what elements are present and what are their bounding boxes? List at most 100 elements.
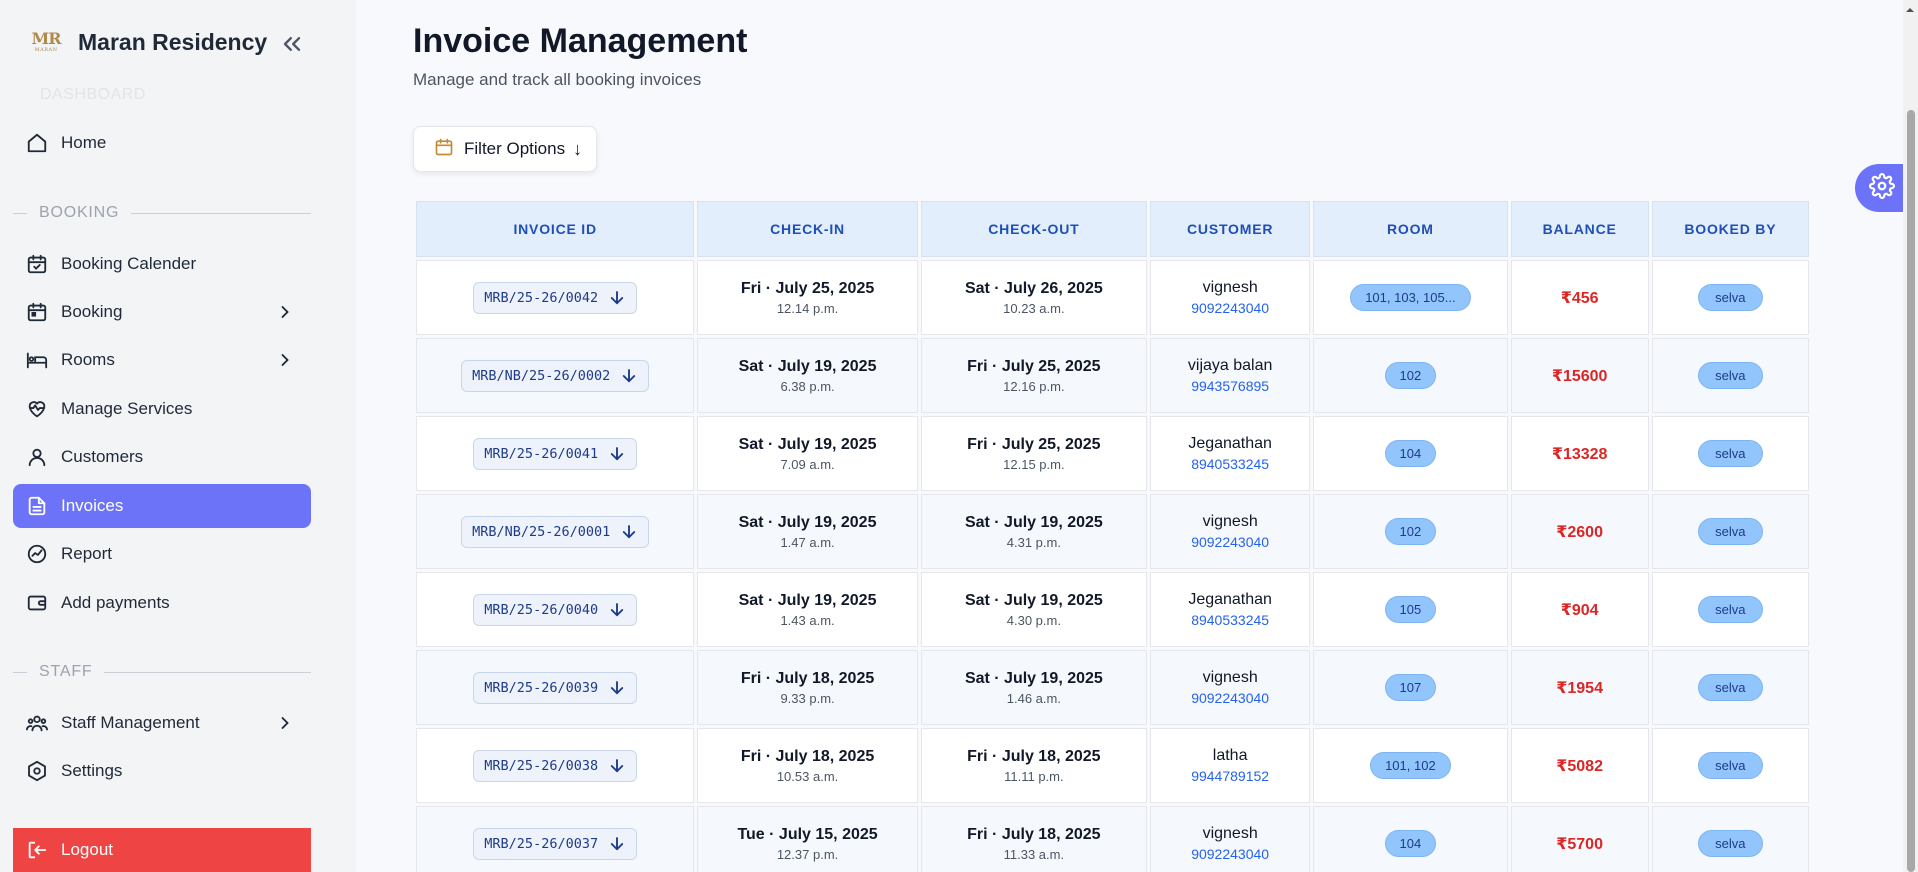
arrow-down-icon xyxy=(608,289,626,307)
check-in-time: 10.53 a.m. xyxy=(776,768,839,784)
filter-options-button[interactable]: Filter Options ↓ xyxy=(413,126,597,172)
invoice-id-cell: MRB/25-26/0040 xyxy=(416,572,695,647)
balance-amount: ₹1954 xyxy=(1556,679,1603,697)
scrollbar-thumb[interactable] xyxy=(1907,110,1915,872)
logo-subtext: MARAN xyxy=(34,47,58,53)
sidebar-item-customers[interactable]: Customers xyxy=(13,435,311,479)
customer-phone-link[interactable]: 9092243040 xyxy=(1151,534,1309,550)
customer-phone-link[interactable]: 9092243040 xyxy=(1151,300,1309,316)
booked-by-cell: selva xyxy=(1651,728,1809,803)
sidebar-item-invoices[interactable]: Invoices xyxy=(13,484,311,528)
sidebar-item-add-payments[interactable]: Add payments xyxy=(13,581,311,625)
invoice-id-cell: MRB/NB/25-26/0002 xyxy=(416,338,695,413)
arrow-down-icon xyxy=(608,835,626,853)
sidebar-item-label: Manage Services xyxy=(61,399,193,418)
arrow-down-icon xyxy=(608,601,626,619)
balance-amount: ₹456 xyxy=(1560,289,1599,307)
sidebar-item-report[interactable]: Report xyxy=(13,532,311,576)
invoice-download-button[interactable]: MRB/25-26/0041 xyxy=(473,437,638,470)
booked-by-cell: selva xyxy=(1651,494,1809,569)
booked-by-badge: selva xyxy=(1698,596,1763,623)
check-in-cell: Sat · July 19, 2025 1.43 a.m. xyxy=(697,572,918,647)
check-out-time: 4.30 p.m. xyxy=(1006,612,1061,628)
customer-cell: vignesh 9092243040 xyxy=(1150,260,1311,335)
invoice-download-button[interactable]: MRB/NB/25-26/0001 xyxy=(461,515,650,548)
calendar-icon xyxy=(434,137,454,162)
customer-cell: vijaya balan 9943576895 xyxy=(1150,338,1311,413)
check-in-cell: Fri · July 18, 2025 9.33 p.m. xyxy=(697,650,918,725)
brand[interactable]: MR MARAN Maran Residency xyxy=(30,26,267,58)
room-cell: 107 xyxy=(1313,650,1508,725)
invoice-download-button[interactable]: MRB/25-26/0042 xyxy=(473,281,638,314)
gear-icon xyxy=(1869,172,1895,204)
sidebar-item-settings[interactable]: Settings xyxy=(13,749,311,793)
settings-floating-button[interactable] xyxy=(1855,164,1909,212)
filter-options-label: Filter Options xyxy=(464,139,566,158)
check-out-date: Fri · July 25, 2025 xyxy=(967,357,1101,375)
balance-cell: ₹1954 xyxy=(1510,650,1649,725)
table-header-row: INVOICE ID CHECK-IN CHECK-OUT CUSTOMER R… xyxy=(416,201,1809,257)
room-badge: 101, 102 xyxy=(1370,752,1451,779)
room-badge: 102 xyxy=(1384,362,1437,389)
invoice-download-button[interactable]: MRB/25-26/0040 xyxy=(473,593,638,626)
trend-circle-icon xyxy=(26,543,48,565)
heart-pulse-icon xyxy=(26,398,48,420)
room-cell: 104 xyxy=(1313,806,1508,872)
check-in-cell: Tue · July 15, 2025 12.37 p.m. xyxy=(697,806,918,872)
sidebar-item-label: Rooms xyxy=(61,350,115,369)
invoice-id: MRB/NB/25-26/0002 xyxy=(472,367,611,384)
invoice-download-button[interactable]: MRB/25-26/0037 xyxy=(473,827,638,860)
sidebar-item-home[interactable]: Home xyxy=(13,121,311,165)
customer-name: vignesh xyxy=(1202,825,1258,842)
balance-amount: ₹2600 xyxy=(1556,523,1603,541)
customer-phone-link[interactable]: 9092243040 xyxy=(1151,846,1309,862)
check-in-time: 1.47 a.m. xyxy=(780,534,835,550)
invoice-id-cell: MRB/25-26/0039 xyxy=(416,650,695,725)
chevron-right-icon xyxy=(275,350,295,370)
customer-phone-link[interactable]: 9092243040 xyxy=(1151,690,1309,706)
balance-cell: ₹456 xyxy=(1510,260,1649,335)
sidebar-item-label: Invoices xyxy=(61,496,124,515)
brand-name: Maran Residency xyxy=(78,28,268,55)
check-out-time: 11.33 a.m. xyxy=(1003,846,1065,862)
invoice-download-button[interactable]: MRB/25-26/0038 xyxy=(473,749,638,782)
balance-cell: ₹5082 xyxy=(1510,728,1649,803)
column-header-invoice-id: INVOICE ID xyxy=(416,201,695,257)
arrow-down-icon xyxy=(620,523,638,541)
logout-button[interactable]: Logout xyxy=(13,828,311,872)
column-header-check-in: CHECK-IN xyxy=(697,201,918,257)
customer-phone-link[interactable]: 9944789152 xyxy=(1151,768,1309,784)
customer-phone-link[interactable]: 8940533245 xyxy=(1151,456,1309,472)
booking-section-label: BOOKING xyxy=(13,204,311,222)
check-in-time: 12.37 p.m. xyxy=(776,846,839,862)
balance-amount: ₹15600 xyxy=(1551,367,1608,385)
customer-phone-link[interactable]: 9943576895 xyxy=(1151,378,1309,394)
sidebar-item-rooms[interactable]: Rooms xyxy=(13,338,311,382)
check-in-date: Fri · July 25, 2025 xyxy=(740,279,875,297)
bed-icon xyxy=(26,349,48,371)
check-out-time: 4.31 p.m. xyxy=(1006,534,1061,550)
check-out-cell: Sat · July 19, 2025 4.30 p.m. xyxy=(920,572,1148,647)
column-header-customer: CUSTOMER xyxy=(1150,201,1311,257)
room-cell: 102 xyxy=(1313,338,1508,413)
sidebar-item-booking[interactable]: Booking xyxy=(13,290,311,334)
customer-name: vignesh xyxy=(1202,669,1258,686)
sidebar-item-manage-services[interactable]: Manage Services xyxy=(13,387,311,431)
sidebar-item-booking-calender[interactable]: Booking Calender xyxy=(13,242,311,286)
sidebar-item-staff-management[interactable]: Staff Management xyxy=(13,701,311,745)
room-badge: 107 xyxy=(1384,674,1437,701)
check-out-time: 10.23 a.m. xyxy=(1003,300,1065,316)
customer-phone-link[interactable]: 8940533245 xyxy=(1151,612,1309,628)
invoice-download-button[interactable]: MRB/NB/25-26/0002 xyxy=(461,359,650,392)
invoice-id-cell: MRB/25-26/0041 xyxy=(416,416,695,491)
arrow-down-icon xyxy=(620,367,638,385)
scroll-up-icon[interactable] xyxy=(1905,2,1915,12)
check-in-time: 7.09 a.m. xyxy=(780,456,835,472)
check-out-date: Sat · July 26, 2025 xyxy=(964,279,1103,297)
customer-name: vignesh xyxy=(1202,513,1258,530)
invoice-download-button[interactable]: MRB/25-26/0039 xyxy=(473,671,638,704)
booked-by-cell: selva xyxy=(1651,260,1809,335)
check-in-cell: Sat · July 19, 2025 1.47 a.m. xyxy=(697,494,918,569)
collapse-sidebar-icon[interactable] xyxy=(278,30,306,58)
logout-label: Logout xyxy=(61,840,113,859)
